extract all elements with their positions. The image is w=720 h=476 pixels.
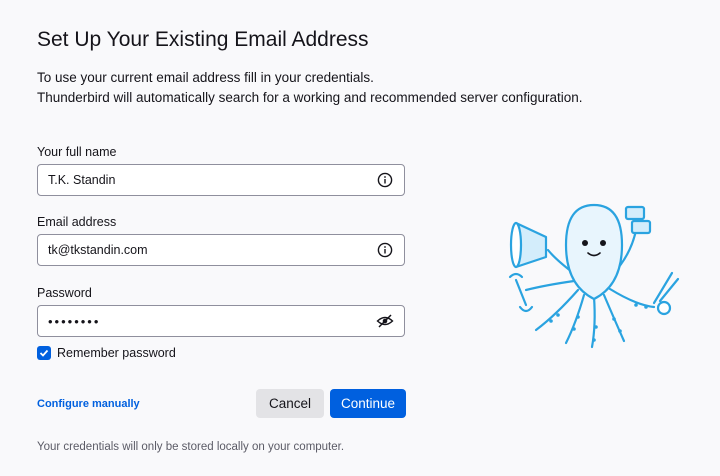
continue-button[interactable]: Continue	[330, 389, 406, 418]
password-input[interactable]	[48, 313, 376, 329]
intro-line-1: To use your current email address fill i…	[37, 70, 374, 85]
octopus-mascot-illustration	[508, 203, 680, 349]
password-label: Password	[37, 286, 92, 300]
remember-password-label: Remember password	[57, 346, 176, 360]
email-label: Email address	[37, 215, 117, 229]
eye-slash-icon[interactable]	[376, 312, 394, 330]
email-input[interactable]	[48, 243, 376, 257]
intro-text: To use your current email address fill i…	[37, 68, 583, 108]
info-icon[interactable]	[376, 241, 394, 259]
email-field[interactable]	[37, 234, 405, 266]
configure-manually-link[interactable]: Configure manually	[37, 398, 140, 410]
checkmark-icon	[39, 349, 49, 357]
intro-line-2: Thunderbird will automatically search fo…	[37, 90, 583, 105]
full-name-input[interactable]	[48, 173, 376, 187]
info-icon[interactable]	[376, 171, 394, 189]
remember-password-checkbox[interactable]	[37, 346, 51, 360]
credentials-note: Your credentials will only be stored loc…	[37, 441, 345, 453]
remember-password[interactable]: Remember password	[37, 346, 176, 360]
full-name-field[interactable]	[37, 164, 405, 196]
page-title: Set Up Your Existing Email Address	[37, 28, 369, 51]
password-field[interactable]	[37, 305, 405, 337]
full-name-label: Your full name	[37, 145, 117, 159]
cancel-button[interactable]: Cancel	[256, 389, 324, 418]
